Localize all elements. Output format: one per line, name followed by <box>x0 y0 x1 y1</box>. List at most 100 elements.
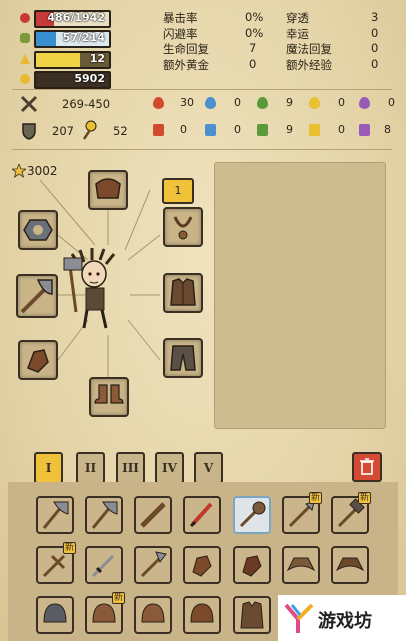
mp-bar: 57/214 <box>34 30 111 48</box>
slot-boots[interactable] <box>89 377 129 417</box>
shield-icon <box>22 123 36 140</box>
xp-bar-fill <box>36 53 80 67</box>
mp-regen-value: 0 <box>371 41 379 55</box>
mp-regen-label: 魔法回复 <box>286 42 332 56</box>
pierce-value: 3 <box>371 10 379 24</box>
element-defense-row: 0 0 9 0 8 <box>153 123 403 139</box>
trash-button[interactable] <box>352 452 382 482</box>
defense-value: 207 <box>52 124 74 138</box>
mp-text: 57/214 <box>62 31 105 44</box>
tab-5[interactable]: V <box>194 452 223 484</box>
extra-xp-value: 0 <box>371 56 379 71</box>
inventory-item-hat[interactable] <box>331 546 369 584</box>
fire-icon <box>153 97 164 109</box>
hp-text: 486/1942 <box>47 11 105 24</box>
inventory-item-crossbow[interactable]: 新 <box>36 542 76 584</box>
inventory-item-axe[interactable] <box>36 496 74 534</box>
gold-bar: 5902 <box>34 71 111 89</box>
fire-attack-value: 30 <box>180 96 194 109</box>
dark-shield-icon <box>359 124 370 136</box>
water-shield-icon <box>205 124 216 136</box>
new-badge: 新 <box>308 492 322 504</box>
water-attack-value: 0 <box>234 96 241 109</box>
magic-defense-value: 52 <box>113 124 128 138</box>
inventory-item-helmet[interactable] <box>36 596 74 634</box>
luck-label: 幸运 <box>286 26 309 41</box>
clover-icon <box>20 33 30 43</box>
lightning-shield-icon <box>309 124 320 136</box>
hp-regen-value: 7 <box>249 41 257 55</box>
extra-xp-label: 额外经验 <box>286 57 332 72</box>
fire-defense-value: 0 <box>180 123 187 136</box>
new-badge: 新 <box>62 542 76 554</box>
divider <box>12 149 392 150</box>
tab-2[interactable]: II <box>76 452 105 484</box>
hp-bar: 486/1942 <box>34 10 111 28</box>
hp-regen-label: 生命回复 <box>163 42 209 56</box>
inventory-item-spear[interactable]: 新 <box>282 492 322 534</box>
inventory-item-polearm[interactable] <box>134 546 172 584</box>
dark-defense-value: 8 <box>384 123 391 136</box>
slot-pants[interactable] <box>163 338 203 378</box>
inventory-item-club[interactable] <box>134 496 172 534</box>
extra-gold-label: 额外黄金 <box>163 57 209 72</box>
crossed-swords-icon <box>20 95 38 113</box>
watermark-logo: 游戏坊 <box>278 595 406 641</box>
inventory-item-helmet[interactable] <box>134 596 172 634</box>
inventory-item-axe[interactable] <box>85 496 123 534</box>
dark-attack-value: 0 <box>388 96 395 109</box>
pierce-label: 穿透 <box>286 11 309 25</box>
new-badge: 新 <box>111 592 125 604</box>
crit-label: 暴击率 <box>163 11 198 25</box>
dodge-value: 0% <box>245 25 264 40</box>
leaf-icon <box>257 97 268 109</box>
nature-attack-value: 9 <box>286 96 293 109</box>
slot-ring[interactable] <box>18 210 58 250</box>
dodge-label: 闪避率 <box>163 26 198 41</box>
lightning-icon <box>309 97 320 109</box>
lightning-defense-value: 0 <box>338 123 345 136</box>
inventory-item-hat[interactable] <box>282 546 320 584</box>
logo-icon <box>284 603 314 633</box>
inventory-item-sword[interactable] <box>85 546 123 584</box>
gold-coin-icon <box>20 74 30 84</box>
gold-text: 5902 <box>74 72 105 85</box>
item-detail-panel <box>214 162 386 429</box>
inventory-item-hammer[interactable]: 新 <box>331 492 371 534</box>
tab-4[interactable]: IV <box>155 452 184 484</box>
divider <box>12 89 392 90</box>
slot-gloves[interactable] <box>18 340 58 380</box>
inventory-item-dagger[interactable] <box>183 496 221 534</box>
slot-weapon[interactable] <box>16 274 58 318</box>
fire-shield-icon <box>153 124 164 136</box>
luck-value: 0 <box>371 25 379 40</box>
level-text: 12 <box>89 52 105 65</box>
water-defense-value: 0 <box>234 123 241 136</box>
character-portrait <box>63 248 116 329</box>
inventory-item-glove[interactable] <box>233 546 271 584</box>
magic-staff-icon <box>82 120 97 140</box>
attack-range: 269-450 <box>62 97 111 111</box>
slot-necklace[interactable] <box>163 207 203 247</box>
element-attack-row: 30 0 9 0 0 <box>153 96 403 112</box>
inventory-item-helmet[interactable]: 新 <box>85 592 125 634</box>
extra-gold-value: 0 <box>249 56 257 71</box>
tab-1[interactable]: I <box>34 452 63 484</box>
character-screen: 486/1942 57/214 12 5902 暴击率 0% 穿透 3 闪避率 … <box>0 0 406 641</box>
inventory-item-glove[interactable] <box>183 546 221 584</box>
tab-3[interactable]: III <box>116 452 145 484</box>
inventory-item-mace[interactable] <box>233 496 271 534</box>
trash-icon <box>360 458 374 475</box>
mp-bar-fill <box>36 32 56 46</box>
slot-shoulder[interactable] <box>88 170 128 210</box>
water-icon <box>205 97 216 109</box>
inventory-item-armor[interactable] <box>233 596 271 634</box>
nature-defense-value: 9 <box>286 123 293 136</box>
slot-armor[interactable] <box>163 273 203 313</box>
leaf-shield-icon <box>257 124 268 136</box>
lightning-attack-value: 0 <box>338 96 345 109</box>
attribute-table: 暴击率 0% 穿透 3 闪避率 0% 幸运 0 生命回复 7 魔法回复 0 额外… <box>163 10 403 72</box>
inventory-item-helmet[interactable] <box>183 596 221 634</box>
heart-icon <box>20 13 30 23</box>
crit-value: 0% <box>245 10 264 24</box>
